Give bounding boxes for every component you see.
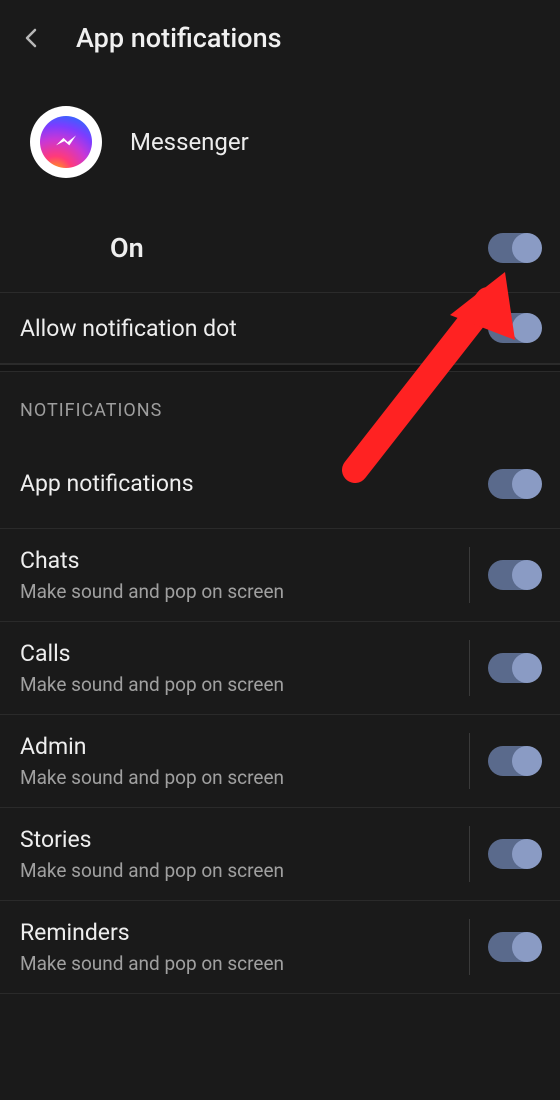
chevron-left-icon [20,26,44,50]
notification-channel-row[interactable]: App notifications [0,439,560,529]
vertical-divider [469,640,470,696]
notification-channel-row[interactable]: Admin Make sound and pop on screen [0,715,560,808]
channel-toggle[interactable] [488,839,540,869]
notification-dot-row: Allow notification dot [0,293,560,364]
section-divider [0,364,560,372]
channel-title: Chats [20,547,461,574]
app-info-row: Messenger [0,76,560,218]
page-title: App notifications [76,22,282,54]
notification-channel-row[interactable]: Chats Make sound and pop on screen [0,529,560,622]
back-button[interactable] [12,18,52,58]
header-bar: App notifications [0,0,560,76]
channel-toggle[interactable] [488,746,540,776]
notification-channel-row[interactable]: Stories Make sound and pop on screen [0,808,560,901]
notification-dot-toggle[interactable] [488,313,540,343]
channel-toggle[interactable] [488,469,540,499]
channel-title: Calls [20,640,461,667]
vertical-divider [469,733,470,789]
channel-subtitle: Make sound and pop on screen [20,952,461,975]
channel-title: Admin [20,733,461,760]
app-icon [30,106,102,178]
notification-channel-row[interactable]: Calls Make sound and pop on screen [0,622,560,715]
notification-channel-row[interactable]: Reminders Make sound and pop on screen [0,901,560,994]
vertical-divider [469,826,470,882]
channel-toggle[interactable] [488,932,540,962]
channel-title: App notifications [20,470,488,497]
messenger-icon [40,116,92,168]
channel-toggle[interactable] [488,560,540,590]
notifications-section-header: NOTIFICATIONS [0,372,560,439]
channel-subtitle: Make sound and pop on screen [20,766,461,789]
master-toggle-label: On [110,232,144,264]
channel-title: Reminders [20,919,461,946]
channel-subtitle: Make sound and pop on screen [20,673,461,696]
vertical-divider [469,547,470,603]
channel-toggle[interactable] [488,653,540,683]
channel-subtitle: Make sound and pop on screen [20,859,461,882]
master-toggle-row: On [0,218,560,293]
channel-subtitle: Make sound and pop on screen [20,580,461,603]
channel-title: Stories [20,826,461,853]
notification-dot-label: Allow notification dot [20,315,237,342]
master-toggle[interactable] [488,233,540,263]
vertical-divider [469,919,470,975]
app-name-label: Messenger [130,128,249,156]
